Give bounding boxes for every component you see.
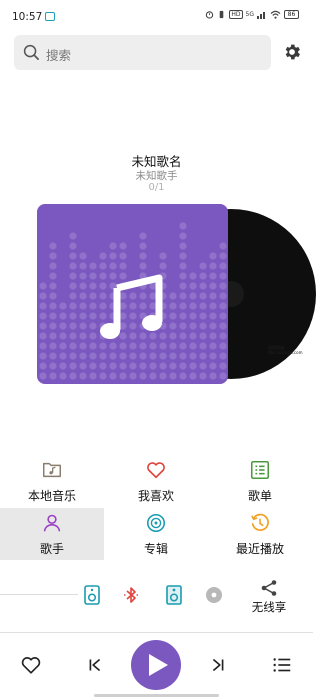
queue-list-icon[interactable] — [271, 654, 293, 676]
music-note-icon — [100, 274, 163, 339]
menu-label: 歌单 — [247, 489, 272, 503]
search-icon — [23, 44, 39, 60]
app-notification-icon — [45, 12, 55, 21]
menu-label: 我喜欢 — [137, 489, 174, 503]
play-icon — [149, 654, 168, 676]
menu-playlists[interactable]: 歌单 — [208, 455, 312, 507]
search-bar[interactable]: 搜索 — [14, 35, 271, 70]
wifi-icon — [270, 10, 281, 19]
speaker-icon[interactable] — [83, 585, 101, 605]
alarm-icon — [206, 11, 214, 19]
bluetooth-icon[interactable] — [122, 585, 140, 605]
vibrate-icon — [220, 10, 224, 19]
wireless-share-label[interactable]: 无线享 — [243, 599, 295, 615]
heart-icon — [147, 462, 165, 479]
history-icon — [251, 513, 269, 531]
heart-outline-icon[interactable] — [20, 654, 42, 676]
gear-icon[interactable] — [282, 42, 302, 62]
song-artist: 未知歌手 — [135, 170, 178, 182]
watermark-line2: bbs.liuxingw.com — [268, 350, 303, 355]
menu-label: 最近播放 — [235, 542, 284, 556]
play-button[interactable] — [131, 640, 181, 690]
speaker-box-icon[interactable] — [165, 585, 183, 605]
menu-local-music[interactable]: 本地音乐 — [0, 455, 104, 507]
status-bar: 10:57 HD 5G 86 — [0, 0, 313, 30]
search-placeholder: 搜索 — [46, 48, 72, 63]
album-disc-icon — [146, 513, 166, 533]
watermark: 流量知道 bbs.liuxingw.com — [268, 345, 308, 355]
signal-icon — [257, 12, 265, 19]
status-time: 10:57 — [12, 11, 43, 23]
playlist-grid-icon — [250, 460, 270, 480]
menu-favorites[interactable]: 我喜欢 — [104, 455, 208, 507]
folder-music-icon — [43, 462, 61, 478]
menu-recent[interactable]: 最近播放 — [208, 508, 312, 560]
status-icons: HD 5G 86 — [205, 10, 299, 19]
network-label: 5G — [245, 11, 254, 18]
person-icon — [43, 514, 61, 532]
previous-icon[interactable] — [84, 654, 106, 676]
hd-badge: HD — [229, 10, 243, 19]
share-icon[interactable] — [260, 579, 278, 597]
cd-icon[interactable] — [205, 585, 223, 605]
menu-label: 专辑 — [143, 542, 168, 556]
divider — [0, 632, 313, 633]
menu-albums[interactable]: 专辑 — [104, 508, 208, 560]
home-indicator — [94, 694, 219, 697]
song-index: 0/1 — [148, 182, 165, 193]
menu-label: 本地音乐 — [27, 489, 76, 503]
battery-indicator: 86 — [284, 10, 299, 19]
album-cover[interactable] — [37, 204, 228, 384]
menu-artists[interactable]: 歌手 — [0, 508, 104, 560]
divider — [0, 594, 78, 595]
menu-label: 歌手 — [39, 542, 64, 556]
next-icon[interactable] — [207, 654, 229, 676]
